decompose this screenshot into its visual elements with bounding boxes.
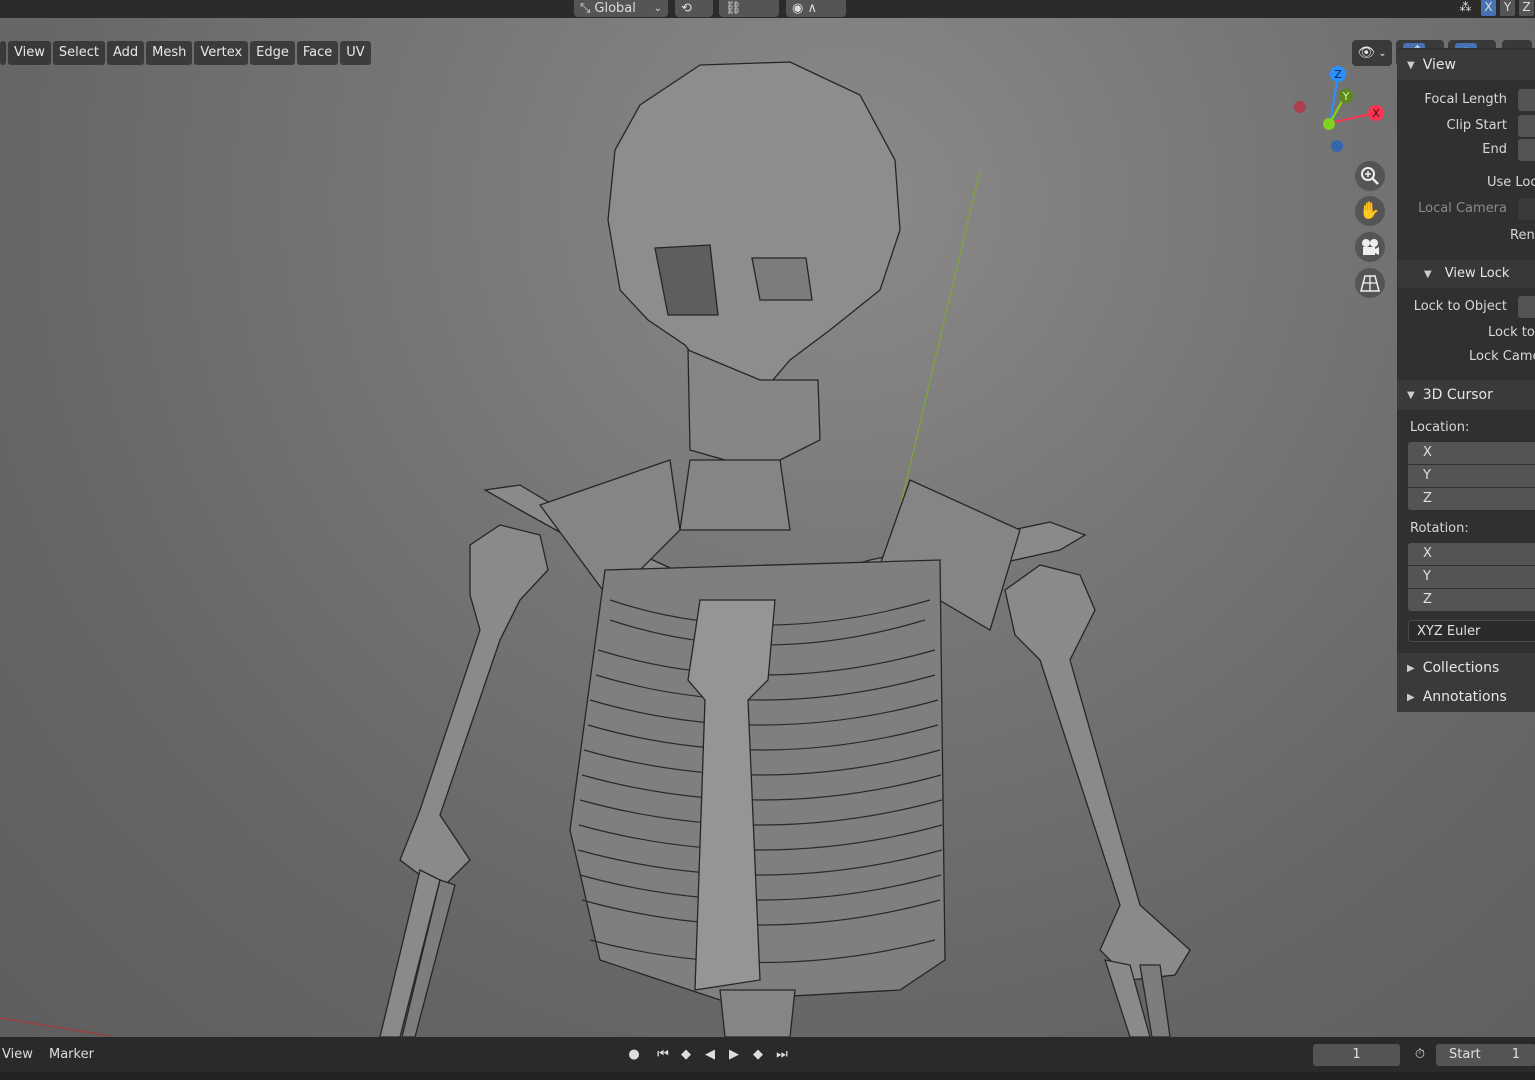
triangle-down-icon: ▼ bbox=[1407, 59, 1415, 71]
gizmo-neg-z-axis[interactable] bbox=[1331, 140, 1343, 152]
play-reverse-icon[interactable]: ◀ bbox=[700, 1045, 720, 1065]
navigation-gizmo[interactable]: Z X Y bbox=[1285, 63, 1390, 163]
triangle-right-icon: ▶ bbox=[1407, 662, 1415, 674]
header-strip: ⤡ Global ⌄ ⟲ ⛓ ◉ ∧ ⁂ X Y Z bbox=[0, 0, 1535, 18]
collections-panel-header[interactable]: ▶ Collections bbox=[1397, 653, 1535, 683]
editor-type-stub[interactable] bbox=[0, 41, 6, 65]
view-panel-title: View bbox=[1422, 57, 1456, 73]
chevron-down-icon: ⌄ bbox=[653, 3, 662, 14]
local-camera-label: Local Camera bbox=[1418, 201, 1507, 216]
pivot-dropdown[interactable]: ⟲ bbox=[675, 0, 713, 17]
local-camera-field[interactable] bbox=[1518, 198, 1535, 220]
lock-to-object-label: Lock to Object bbox=[1413, 299, 1507, 314]
location-label: Location: bbox=[1410, 420, 1470, 435]
mirror-x-toggle[interactable]: X bbox=[1481, 0, 1496, 16]
skeleton-model bbox=[379, 61, 1191, 1037]
proportional-edit-icon: ◉ ∧ bbox=[792, 1, 817, 16]
gizmo-z-label: Z bbox=[1334, 68, 1342, 81]
stopwatch-icon[interactable]: ⏱ bbox=[1410, 1045, 1430, 1065]
zoom-icon[interactable] bbox=[1355, 161, 1385, 191]
triangle-right-icon: ▶ bbox=[1407, 691, 1415, 703]
pan-hand-icon[interactable]: ✋ bbox=[1355, 196, 1385, 226]
mirror-icon[interactable]: ⁂ bbox=[1458, 0, 1473, 16]
collections-title: Collections bbox=[1422, 660, 1500, 676]
view-panel-header[interactable]: ▼ View bbox=[1397, 50, 1535, 80]
3d-viewport[interactable]: View Select Add Mesh Vertex Edge Face UV… bbox=[0, 18, 1535, 1037]
annotations-title: Annotations bbox=[1422, 689, 1507, 705]
transform-orientation-dropdown[interactable]: ⤡ Global ⌄ bbox=[574, 0, 668, 17]
menu-add[interactable]: Add bbox=[106, 41, 145, 65]
clip-start-field[interactable] bbox=[1518, 115, 1535, 137]
clip-start-label: Clip Start bbox=[1446, 118, 1507, 133]
perspective-grid-icon[interactable] bbox=[1355, 268, 1385, 298]
rotation-mode-dropdown[interactable]: XYZ Euler bbox=[1408, 620, 1535, 642]
menu-view[interactable]: View bbox=[8, 41, 51, 65]
triangle-down-icon: ▼ bbox=[1424, 269, 1432, 280]
rotation-x-field[interactable]: X bbox=[1408, 543, 1535, 565]
viewport-menu: View Select Add Mesh Vertex Edge Face UV bbox=[0, 41, 371, 66]
location-x-field[interactable]: X bbox=[1408, 442, 1535, 464]
gizmo-x-label: X bbox=[1372, 107, 1380, 120]
camera-view-icon[interactable] bbox=[1355, 232, 1385, 262]
view-lock-title: View Lock bbox=[1444, 266, 1510, 281]
chevron-down-icon: ⌄ bbox=[1378, 47, 1387, 59]
use-local-camera-label[interactable]: Use Loc bbox=[1487, 175, 1535, 190]
rotation-z-field[interactable]: Z bbox=[1408, 589, 1535, 611]
menu-mesh[interactable]: Mesh bbox=[146, 41, 193, 65]
focal-length-label: Focal Length bbox=[1424, 92, 1507, 107]
gizmo-neg-x-axis[interactable] bbox=[1294, 101, 1306, 113]
next-keyframe-icon[interactable]: ◆ bbox=[748, 1045, 768, 1065]
gizmo-neg-y-axis[interactable] bbox=[1323, 118, 1335, 130]
x-axis-line bbox=[0, 1017, 111, 1037]
menu-edge[interactable]: Edge bbox=[250, 41, 295, 65]
record-icon[interactable]: ● bbox=[624, 1045, 644, 1065]
jump-end-icon[interactable]: ⏭ bbox=[772, 1045, 792, 1065]
triangle-down-icon: ▼ bbox=[1407, 389, 1415, 401]
menu-select[interactable]: Select bbox=[52, 41, 105, 65]
lock-camera-label[interactable]: Lock Came bbox=[1469, 349, 1535, 364]
timeline-menu-view[interactable]: View bbox=[2, 1047, 33, 1062]
location-y-field[interactable]: Y bbox=[1408, 465, 1535, 487]
orientation-icon: ⤡ bbox=[580, 1, 591, 16]
start-value: 1 bbox=[1511, 1047, 1520, 1062]
mirror-y-toggle[interactable]: Y bbox=[1500, 0, 1515, 16]
prev-keyframe-icon[interactable]: ◆ bbox=[676, 1045, 696, 1065]
start-label: Start bbox=[1449, 1047, 1481, 1062]
view-lock-subheader[interactable]: ▼ View Lock bbox=[1398, 260, 1535, 288]
timeline-menu-marker[interactable]: Marker bbox=[49, 1047, 94, 1062]
snap-icon: ⛓ bbox=[725, 1, 742, 16]
3d-cursor-title: 3D Cursor bbox=[1422, 387, 1493, 403]
snap-dropdown[interactable]: ⛓ bbox=[719, 0, 779, 17]
mirror-z-toggle[interactable]: Z bbox=[1519, 0, 1534, 16]
rotation-label: Rotation: bbox=[1410, 521, 1469, 536]
jump-start-icon[interactable]: ⏮ bbox=[653, 1045, 673, 1065]
timeline-ruler[interactable] bbox=[0, 1072, 1535, 1080]
clip-end-label: End bbox=[1482, 142, 1507, 157]
pivot-icon: ⟲ bbox=[681, 1, 692, 16]
annotations-panel-header[interactable]: ▶ Annotations bbox=[1397, 682, 1535, 712]
menu-uv[interactable]: UV bbox=[340, 41, 371, 65]
current-frame-field[interactable]: 1 bbox=[1313, 1044, 1400, 1066]
start-frame-field[interactable]: Start 1 bbox=[1436, 1044, 1535, 1066]
skeleton-mesh-render bbox=[0, 61, 1191, 1037]
lock-to-object-field[interactable] bbox=[1518, 296, 1535, 318]
menu-vertex[interactable]: Vertex bbox=[194, 41, 249, 65]
rotation-y-field[interactable]: Y bbox=[1408, 566, 1535, 588]
proportional-edit-dropdown[interactable]: ◉ ∧ bbox=[786, 0, 846, 17]
focal-length-field[interactable] bbox=[1518, 89, 1535, 111]
eye-icon: 👁 bbox=[1357, 45, 1376, 61]
location-z-field[interactable]: Z bbox=[1408, 488, 1535, 510]
render-region-label[interactable]: Ren bbox=[1510, 228, 1535, 243]
gizmo-y-label: Y bbox=[1342, 90, 1350, 103]
3d-cursor-panel-header[interactable]: ▼ 3D Cursor bbox=[1397, 380, 1535, 410]
play-icon[interactable]: ▶ bbox=[724, 1045, 744, 1065]
orientation-label: Global bbox=[594, 1, 636, 16]
clip-end-field[interactable] bbox=[1518, 139, 1535, 161]
lock-to-cursor-label[interactable]: Lock to bbox=[1488, 325, 1535, 340]
menu-face[interactable]: Face bbox=[296, 41, 339, 65]
